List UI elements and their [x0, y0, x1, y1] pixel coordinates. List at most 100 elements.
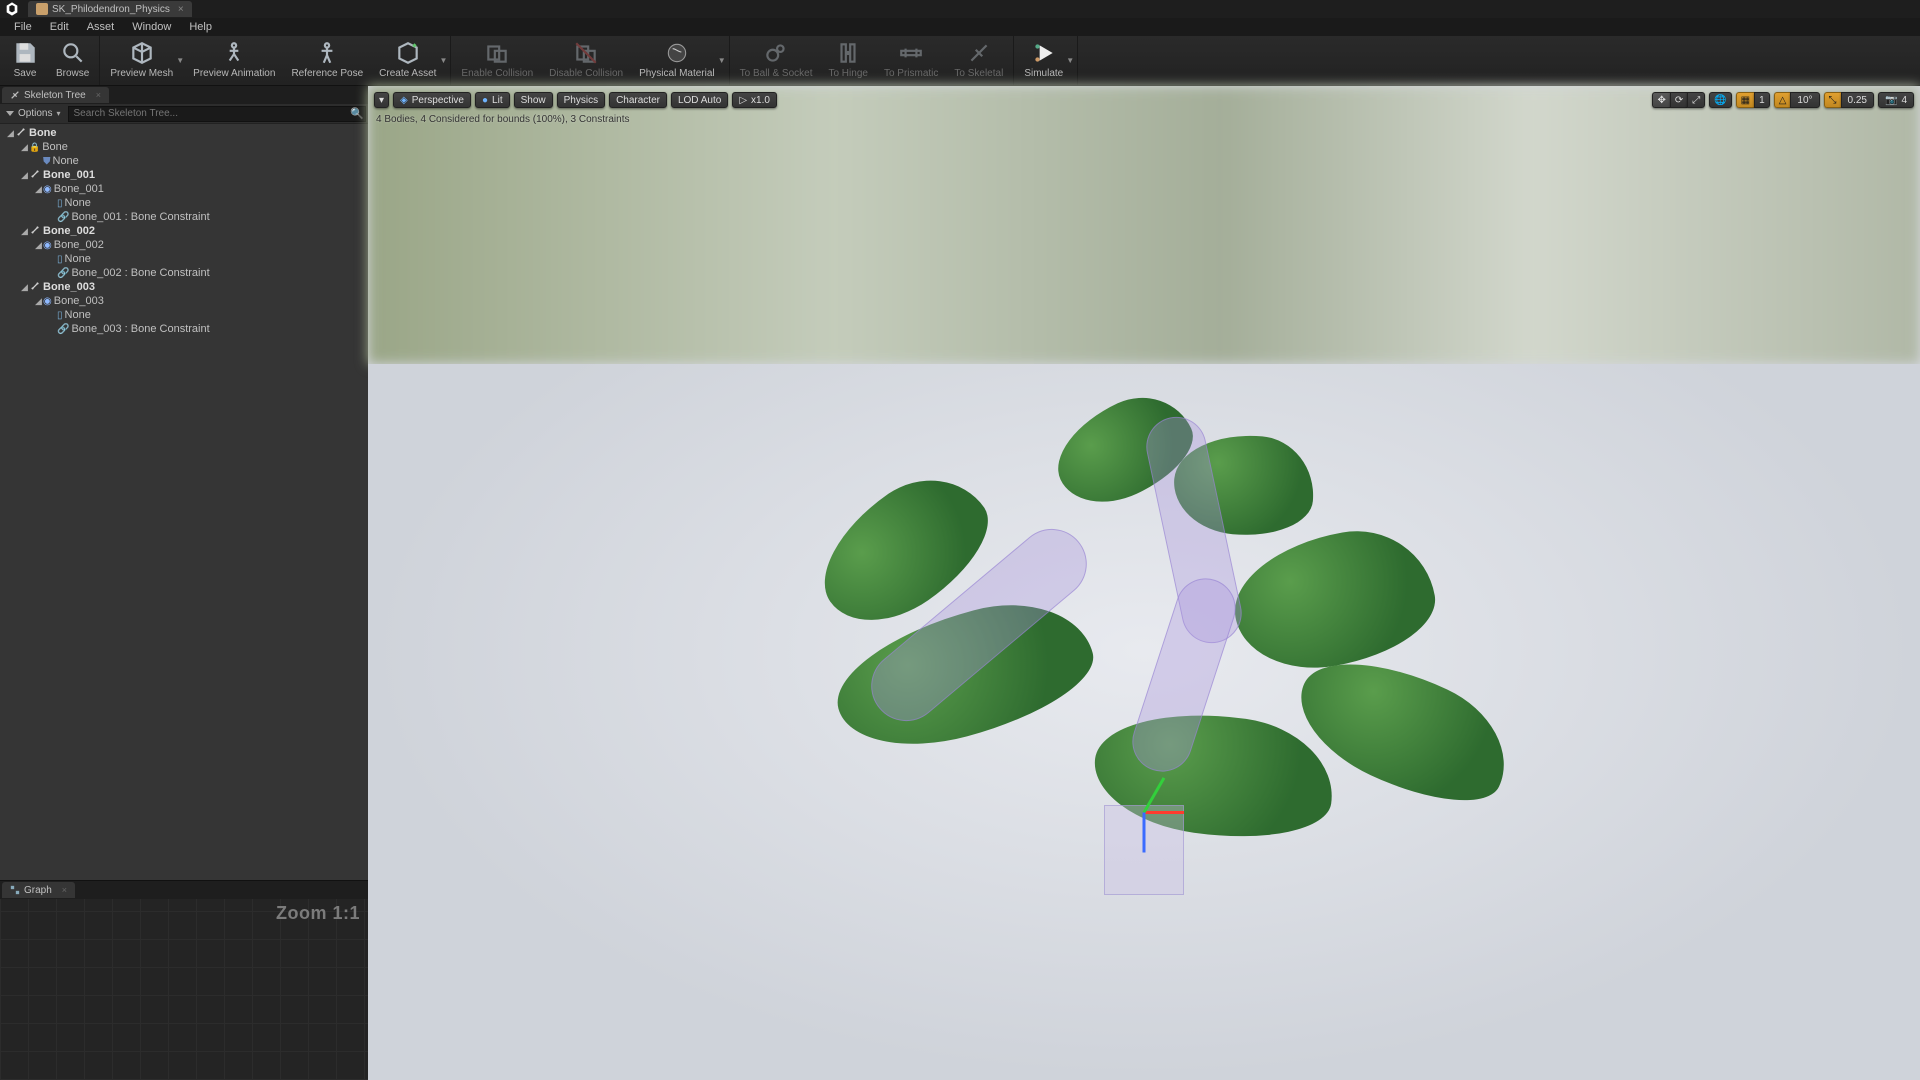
tree-row[interactable]: ◢Bone_003 — [0, 280, 368, 294]
dropdown-arrow-icon[interactable]: ▼ — [175, 38, 185, 83]
scale-snap-value[interactable]: 0.25 — [1841, 92, 1874, 108]
close-icon[interactable]: × — [62, 885, 67, 895]
tree-item-label: Bone — [42, 141, 68, 153]
menu-file[interactable]: File — [6, 19, 40, 35]
dropdown-arrow-icon[interactable]: ▼ — [438, 38, 448, 83]
character-button[interactable]: Character — [609, 92, 667, 108]
menu-window[interactable]: Window — [124, 19, 179, 35]
browse-button[interactable]: Browse — [48, 38, 97, 83]
tree-row[interactable]: ◢◉Bone_001 — [0, 182, 368, 196]
perspective-button[interactable]: ◈Perspective — [393, 92, 471, 108]
search-wrap: 🔍 — [68, 106, 366, 122]
tree-row[interactable]: ▯None — [0, 308, 368, 322]
skeleton-tree-tab-row: Skeleton Tree × — [0, 86, 368, 104]
graph-panel: Graph × Zoom 1:1 — [0, 880, 368, 1080]
menu-edit[interactable]: Edit — [42, 19, 77, 35]
toolbar-button-label: Preview Mesh — [110, 68, 173, 79]
hinge-icon — [834, 40, 862, 66]
options-dropdown[interactable]: Options — [2, 106, 64, 121]
body-icon: ◉ — [43, 184, 52, 195]
menu-help[interactable]: Help — [181, 19, 220, 35]
rotate-tool-button[interactable]: ⟳ — [1670, 92, 1687, 108]
document-tab[interactable]: SK_Philodendron_Physics × — [28, 1, 192, 17]
toolbar-button-label: Disable Collision — [549, 68, 623, 79]
menu-bar: File Edit Asset Window Help — [0, 18, 1920, 36]
expand-toggle[interactable]: ◢ — [20, 170, 29, 181]
viewport-menu-button[interactable]: ▾ — [374, 92, 389, 108]
create-asset-button[interactable]: Create Asset — [371, 38, 438, 83]
close-icon[interactable]: × — [178, 4, 184, 15]
capsule-icon: ▯ — [57, 198, 63, 209]
graph-area[interactable]: Zoom 1:1 — [0, 899, 368, 1080]
grid-snap-toggle[interactable]: ▦ — [1736, 92, 1754, 108]
window-titlebar: SK_Philodendron_Physics × — [0, 0, 1920, 18]
close-icon[interactable]: × — [96, 90, 101, 100]
to-hinge-button: To Hinge — [820, 38, 875, 83]
angle-snap-value[interactable]: 10° — [1790, 92, 1819, 108]
tree-row[interactable]: ▯None — [0, 196, 368, 210]
graph-tab[interactable]: Graph × — [2, 882, 75, 898]
expand-toggle[interactable]: ◢ — [20, 226, 29, 237]
graph-icon — [10, 885, 20, 895]
expand-toggle[interactable]: ◢ — [34, 184, 43, 195]
dropdown-arrow-icon[interactable]: ▼ — [717, 38, 727, 83]
tree-item-label: Bone_002 — [54, 239, 104, 251]
physical-material-button[interactable]: Physical Material — [631, 38, 717, 83]
tree-row[interactable]: ⛊None — [0, 154, 368, 168]
simulate-icon — [1030, 40, 1058, 66]
tree-row[interactable]: ◢◉Bone_002 — [0, 238, 368, 252]
physics-button[interactable]: Physics — [557, 92, 605, 108]
lit-button[interactable]: ●Lit — [475, 92, 510, 108]
save-button[interactable]: Save — [2, 38, 48, 83]
expand-toggle[interactable]: ◢ — [34, 296, 43, 307]
tree-item-label: Bone_002 : Bone Constraint — [71, 267, 209, 279]
transform-mode-group: ✥ ⟳ ⤢ — [1652, 92, 1705, 108]
tree-row[interactable]: ◢◉Bone_003 — [0, 294, 368, 308]
scale-tool-button[interactable]: ⤢ — [1687, 92, 1705, 108]
tree-item-label: Bone_003 — [54, 295, 104, 307]
preview-animation-button[interactable]: Preview Animation — [185, 38, 283, 83]
tree-row[interactable]: 🔗Bone_002 : Bone Constraint — [0, 266, 368, 280]
expand-toggle[interactable]: ◢ — [20, 282, 29, 293]
show-button[interactable]: Show — [514, 92, 553, 108]
expand-toggle[interactable]: ◢ — [34, 240, 43, 251]
tree-row[interactable]: ◢🔒Bone — [0, 140, 368, 154]
search-icon[interactable]: 🔍 — [350, 107, 364, 120]
preview-mesh-button[interactable]: Preview Mesh — [102, 38, 175, 83]
capsule-icon: ▯ — [57, 310, 63, 321]
search-input[interactable] — [68, 106, 366, 122]
viewport[interactable]: ▾ ◈Perspective ●Lit Show Physics Charact… — [368, 86, 1920, 1080]
tree-row[interactable]: 🔗Bone_001 : Bone Constraint — [0, 210, 368, 224]
menu-asset[interactable]: Asset — [79, 19, 123, 35]
create-asset-icon — [394, 40, 422, 66]
expand-toggle[interactable]: ◢ — [6, 128, 15, 139]
preview-mesh — [794, 375, 1494, 895]
tree-row[interactable]: ◢Bone_002 — [0, 224, 368, 238]
skeleton-tree[interactable]: ◢Bone◢🔒Bone⛊None◢Bone_001◢◉Bone_001▯None… — [0, 124, 368, 880]
coord-space-button[interactable]: 🌐 — [1709, 92, 1731, 108]
constraint-icon: 🔗 — [57, 212, 69, 223]
camera-speed-button[interactable]: 📷4 — [1878, 92, 1914, 108]
lod-button[interactable]: LOD Auto — [671, 92, 728, 108]
tree-row[interactable]: 🔗Bone_003 : Bone Constraint — [0, 322, 368, 336]
simulate-button[interactable]: Simulate — [1016, 38, 1065, 83]
skeleton-icon — [10, 90, 20, 100]
tree-row[interactable]: ◢Bone_001 — [0, 168, 368, 182]
reference-pose-button[interactable]: Reference Pose — [283, 38, 371, 83]
tree-row[interactable]: ◢Bone — [0, 126, 368, 140]
tree-row[interactable]: ▯None — [0, 252, 368, 266]
playback-speed-button[interactable]: ▷x1.0 — [732, 92, 777, 108]
toolbar-button-label: Browse — [56, 68, 89, 79]
skeleton-tree-tab-label: Skeleton Tree — [24, 90, 86, 101]
move-tool-button[interactable]: ✥ — [1652, 92, 1669, 108]
tree-item-label: Bone_001 — [54, 183, 104, 195]
dropdown-arrow-icon[interactable]: ▼ — [1065, 38, 1075, 83]
scale-snap-toggle[interactable]: ⤡ — [1824, 92, 1841, 108]
enable-collision-button: Enable Collision — [453, 38, 541, 83]
angle-snap-toggle[interactable]: △ — [1774, 92, 1791, 108]
expand-toggle[interactable]: ◢ — [20, 142, 29, 153]
skeleton-tree-tab[interactable]: Skeleton Tree × — [2, 87, 109, 103]
viewport-sky — [368, 86, 1920, 364]
disable-collision-button: Disable Collision — [541, 38, 631, 83]
grid-snap-value[interactable]: 1 — [1754, 92, 1770, 108]
